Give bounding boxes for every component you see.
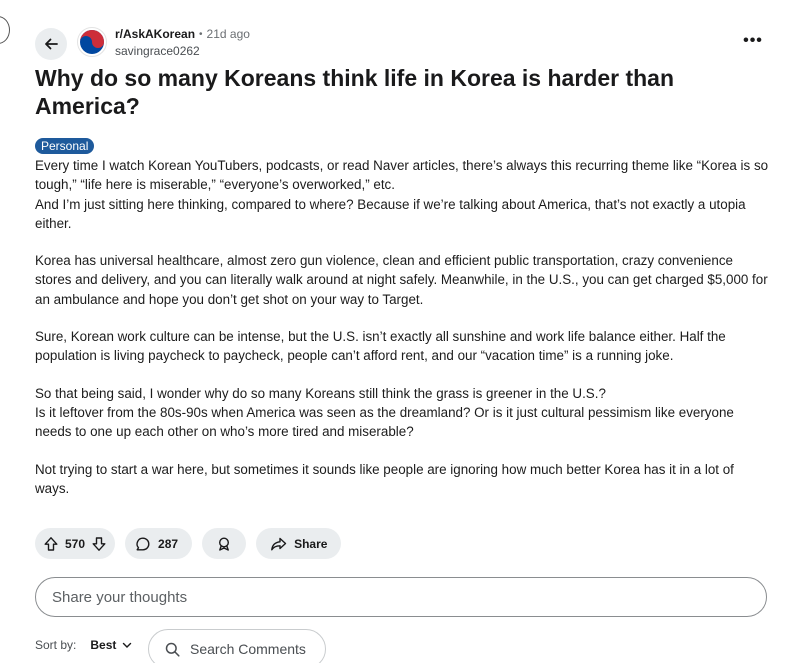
post-title: Why do so many Koreans think life in Kor…	[35, 65, 675, 119]
post-flair[interactable]: Personal	[35, 138, 95, 154]
more-options-button[interactable]: •••	[739, 29, 767, 53]
post-author[interactable]: savingrace0262	[115, 43, 250, 59]
comment-icon	[136, 536, 150, 550]
search-icon	[165, 642, 180, 657]
back-button[interactable]	[35, 28, 67, 60]
post-header: r/AskAKorean • 21d ago savingrace0262 ••…	[35, 25, 767, 61]
upvote-icon	[44, 536, 58, 551]
share-icon	[271, 537, 287, 550]
vote-control: 570	[35, 528, 116, 559]
post-line: And I’m just sitting here thinking, comp…	[35, 196, 746, 231]
arrow-left-icon	[45, 38, 58, 50]
comment-input-box[interactable]	[35, 577, 767, 617]
post-actions: 570 287 Share	[35, 528, 342, 559]
sort-dropdown[interactable]: Best	[90, 638, 132, 652]
search-comments-placeholder: Search Comments	[190, 641, 306, 657]
share-label: Share	[294, 536, 328, 551]
award-button[interactable]	[202, 528, 247, 559]
post-line: Every time I watch Korean YouTubers, pod…	[35, 158, 769, 193]
post-meta: r/AskAKorean • 21d ago savingrace0262	[115, 27, 250, 59]
post-body: Every time I watch Korean YouTubers, pod…	[35, 156, 770, 516]
post-paragraph: Sure, Korean work culture can be intense…	[35, 329, 726, 364]
vote-count: 570	[65, 536, 86, 551]
more-icon: •••	[743, 32, 763, 49]
post-paragraph: Every time I watch Korean YouTubers, pod…	[35, 156, 770, 233]
post-age: 21d ago	[206, 27, 250, 41]
upvote-button[interactable]	[43, 536, 59, 552]
window-edge-control	[0, 16, 10, 44]
downvote-button[interactable]	[91, 536, 107, 552]
post-paragraph: So that being said, I wonder why do so m…	[35, 384, 770, 442]
post-line: Is it leftover from the 80s-90s when Ame…	[35, 404, 734, 440]
subreddit-name[interactable]: r/AskAKorean	[115, 27, 195, 42]
chevron-down-icon	[123, 642, 132, 648]
comment-input[interactable]	[52, 588, 750, 606]
downvote-icon	[92, 536, 106, 551]
meta-separator: •	[199, 29, 203, 40]
korea-flag-icon	[80, 30, 104, 54]
award-icon	[219, 536, 230, 551]
subreddit-avatar[interactable]	[77, 27, 107, 57]
comment-count: 287	[158, 536, 179, 551]
comments-button[interactable]: 287	[125, 528, 193, 559]
post-paragraph: Korea has universal healthcare, almost z…	[35, 253, 768, 307]
share-button[interactable]: Share	[256, 528, 342, 559]
search-comments-box[interactable]: Search Comments	[148, 629, 326, 663]
sort-label: Sort by:	[35, 638, 77, 652]
sort-value: Best	[90, 638, 117, 652]
sort-row: Sort by: Best	[35, 630, 132, 652]
post-paragraph: Not trying to start a war here, but some…	[35, 461, 734, 496]
post-line: So that being said, I wonder why do so m…	[35, 385, 606, 401]
